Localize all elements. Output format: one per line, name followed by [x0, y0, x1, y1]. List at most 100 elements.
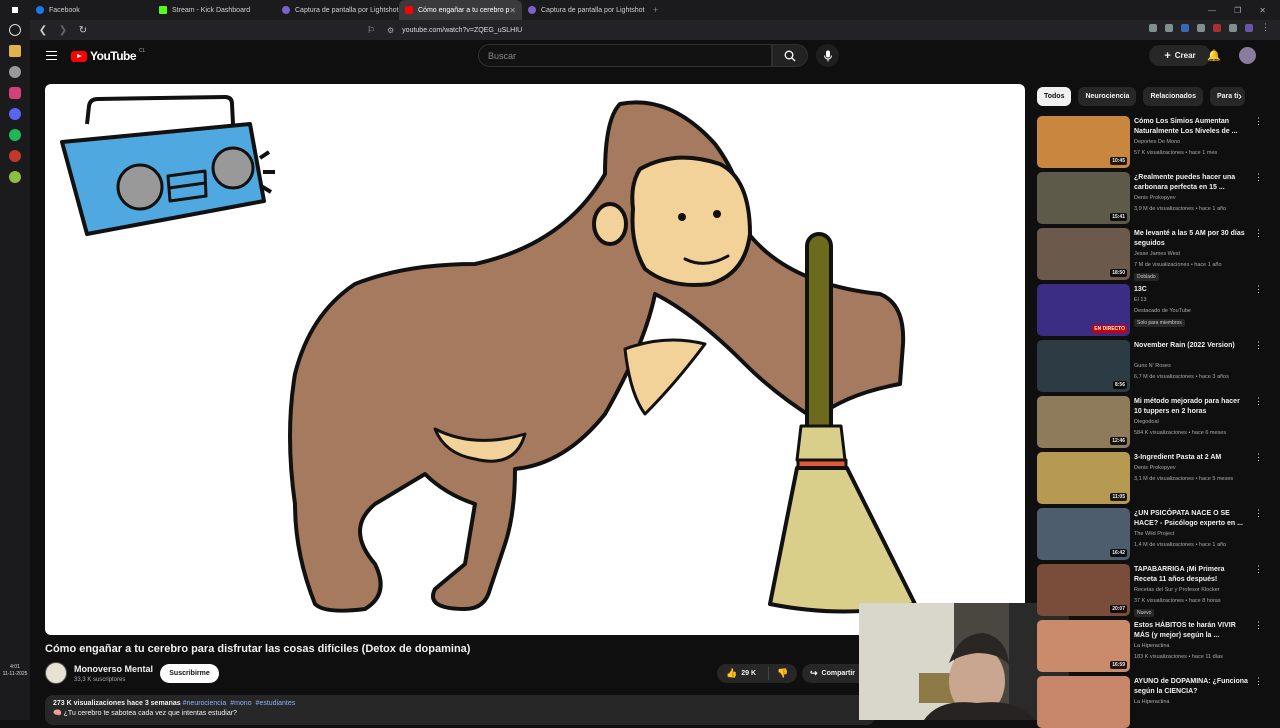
forward-icon[interactable]: ❯ [56, 21, 70, 39]
search-placeholder: Buscar [488, 50, 517, 61]
recommendation-item[interactable]: 16:59 Estos HÁBITOS te harán VIVIR MÁS (y… [1037, 620, 1263, 672]
new-tab-button[interactable]: + [645, 5, 666, 15]
hashtag[interactable]: #mono [230, 700, 251, 707]
subscribe-button[interactable]: Suscribirme [160, 664, 219, 683]
browser-tab[interactable]: Captura de pantalla por Lightshot [522, 0, 645, 20]
video-thumbnail[interactable]: 10:45 [1037, 116, 1130, 168]
browser-tab[interactable]: Facebook [30, 0, 153, 20]
like-button[interactable]: 👍 29 K [717, 667, 769, 680]
chevron-right-icon[interactable]: › [1238, 89, 1242, 103]
dislike-button[interactable]: 👎 [769, 668, 788, 679]
browser-tab-active[interactable]: Cómo engañar a tu cerebro p ✕ [399, 0, 522, 20]
more-options-icon[interactable]: ⋮ [1254, 229, 1263, 238]
video-thumbnail[interactable]: 16:59 [1037, 620, 1130, 672]
video-thumbnail[interactable]: 11:05 [1037, 452, 1130, 504]
more-options-icon[interactable]: ⋮ [1254, 173, 1263, 182]
record-icon[interactable] [9, 150, 21, 162]
spotify-icon[interactable] [9, 129, 21, 141]
close-window-icon[interactable]: ✕ [1259, 6, 1266, 15]
browser-tab[interactable]: Captura de pantalla por Lightshot [276, 0, 399, 20]
site-info-icon[interactable]: ⚙ [387, 26, 394, 35]
video-thumbnail[interactable]: EN DIRECTO [1037, 284, 1130, 336]
windows-start-icon[interactable] [0, 0, 30, 20]
video-thumbnail[interactable]: 16:42 [1037, 508, 1130, 560]
notifications-bell-icon[interactable]: 🔔 [1207, 49, 1221, 62]
channel-name[interactable]: Monoverso Mental [74, 664, 153, 674]
youtube-logo[interactable]: YouTube CL [71, 48, 145, 63]
menu-icon[interactable] [46, 51, 57, 60]
menu-icon[interactable]: ⋮ [1261, 22, 1270, 33]
discord-icon[interactable] [9, 108, 21, 120]
more-options-icon[interactable]: ⋮ [1254, 341, 1263, 350]
extension-icon[interactable] [1165, 23, 1173, 32]
voice-search-button[interactable] [816, 44, 839, 67]
recommendation-item[interactable]: 16:42 ¿UN PSICÓPATA NACE O SE HACE? - Psi… [1037, 508, 1263, 560]
maximize-icon[interactable]: ❐ [1234, 6, 1241, 15]
back-icon[interactable]: ❮ [36, 21, 50, 39]
extension-icon[interactable] [1197, 23, 1205, 32]
more-options-icon[interactable]: ⋮ [1254, 565, 1263, 574]
minimize-icon[interactable]: — [1208, 6, 1216, 15]
more-options-icon[interactable]: ⋮ [1254, 453, 1263, 462]
extension-icon[interactable] [1181, 23, 1189, 32]
more-options-icon[interactable]: ⋮ [1254, 285, 1263, 294]
create-button[interactable]: + Crear [1149, 45, 1211, 66]
recommendation-item[interactable]: 12:46 Mi método mejorado para hacer 10 tu… [1037, 396, 1263, 448]
shield-icon[interactable] [9, 66, 21, 78]
chip-neuroscience[interactable]: Neurociencia [1078, 87, 1137, 106]
video-player[interactable] [45, 84, 1025, 635]
channel-avatar[interactable] [45, 662, 67, 684]
user-avatar[interactable] [1239, 47, 1256, 64]
folder-icon[interactable] [9, 45, 21, 57]
recommendation-channel[interactable]: Denis Prokopyev [1134, 465, 1176, 471]
recommendation-channel[interactable]: The Wild Project [1134, 531, 1174, 537]
reload-icon[interactable]: ↻ [76, 21, 90, 39]
recommendation-channel[interactable]: Diegodoal [1134, 419, 1159, 425]
bookmark-icon[interactable]: ⚐ [367, 25, 375, 36]
extension-icon[interactable] [1149, 23, 1157, 32]
video-thumbnail[interactable]: 20:07 [1037, 564, 1130, 616]
more-options-icon[interactable]: ⋮ [1254, 621, 1263, 630]
more-options-icon[interactable]: ⋮ [1254, 117, 1263, 126]
video-thumbnail[interactable]: 12:46 [1037, 396, 1130, 448]
chip-all[interactable]: Todos [1037, 87, 1072, 106]
recommendation-item[interactable]: 20:07 TAPABARRIGA ¡Mi Primera Receta 11 a… [1037, 564, 1263, 617]
recommendation-channel[interactable]: Deportes De Mono [1134, 139, 1180, 145]
recommendation-item[interactable]: AYUNO de DOPAMINA: ¿Funciona según la CI… [1037, 676, 1263, 728]
browser-tab[interactable]: Stream - Kick Dashboard [153, 0, 276, 20]
extension-icon[interactable] [1245, 23, 1253, 32]
recommendation-channel[interactable]: La Hiperactina [1134, 699, 1169, 705]
extension-icon[interactable] [1213, 23, 1221, 32]
more-options-icon[interactable]: ⋮ [1254, 677, 1263, 686]
more-options-icon[interactable]: ⋮ [1254, 509, 1263, 518]
recommendation-item[interactable]: EN DIRECTO 13C El 13 Destacado de YouTube So… [1037, 284, 1263, 336]
hashtag[interactable]: #estudiantes [256, 700, 296, 707]
recommendation-item[interactable]: 18:50 Me levanté a las 5 AM por 30 días s… [1037, 228, 1263, 281]
recommendation-channel[interactable]: Denis Prokopyev [1134, 195, 1176, 201]
recommendation-channel[interactable]: La Hiperactina [1134, 643, 1169, 649]
chip-related[interactable]: Relacionados [1143, 87, 1203, 106]
search-icon[interactable] [9, 24, 21, 36]
close-tab-icon[interactable]: ✕ [509, 6, 516, 15]
video-thumbnail[interactable]: 15:41 [1037, 172, 1130, 224]
recommendation-item[interactable]: 11:05 3-Ingredient Pasta at 2 AM Denis Pro… [1037, 452, 1263, 504]
video-thumbnail[interactable]: 18:50 [1037, 228, 1130, 280]
recommendation-channel[interactable]: El 13 [1134, 297, 1147, 303]
recommendation-item[interactable]: 15:41 ¿Realmente puedes hacer una carbona… [1037, 172, 1263, 224]
video-thumbnail[interactable]: 8:56 [1037, 340, 1130, 392]
search-button[interactable] [772, 44, 808, 67]
search-input[interactable]: Buscar [478, 44, 772, 67]
recommendation-channel[interactable]: Recetas del Sur y Profesor Klocker [1134, 587, 1220, 593]
hashtag[interactable]: #neurociencia [183, 700, 227, 707]
description-box[interactable]: 273 K visualizaciones hace 3 semanas #neu… [45, 695, 875, 725]
address-bar[interactable]: ⚐ ⚙ youtube.com/watch?v=ZQEG_uSLHIU [367, 22, 945, 38]
recommendation-channel[interactable]: Jesse James West [1134, 251, 1180, 257]
app-icon[interactable] [9, 87, 21, 99]
chrome-icon[interactable] [9, 171, 21, 183]
recommendation-channel[interactable]: Guns N' Roses [1134, 363, 1171, 369]
recommendation-item[interactable]: 8:56 November Rain (2022 Version) Guns N' … [1037, 340, 1263, 392]
more-options-icon[interactable]: ⋮ [1254, 397, 1263, 406]
recommendation-item[interactable]: 10:45 Cómo Los Simios Aumentan Naturalmen… [1037, 116, 1263, 168]
extension-icon[interactable] [1229, 23, 1237, 32]
video-thumbnail[interactable] [1037, 676, 1130, 728]
